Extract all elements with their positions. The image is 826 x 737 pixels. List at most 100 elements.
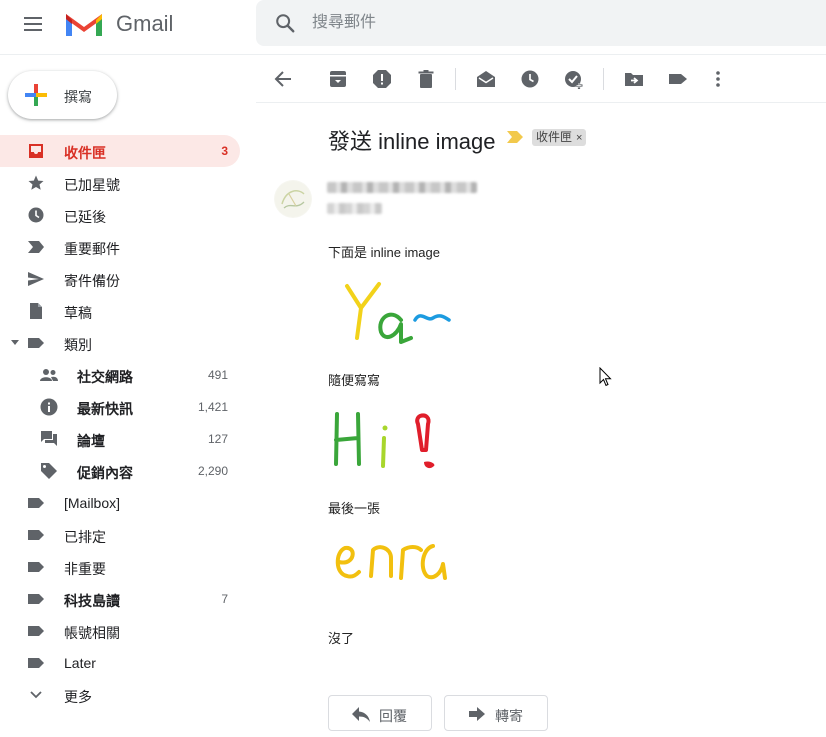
- avatar-doodle-icon: [275, 181, 311, 217]
- archive-icon[interactable]: [327, 68, 349, 90]
- label-icon: [28, 594, 44, 604]
- sidebar-item-more[interactable]: 更多: [0, 679, 240, 711]
- sidebar-item-label: 社交網路: [77, 369, 133, 385]
- sidebar-item-important[interactable]: 重要郵件: [0, 231, 240, 263]
- sidebar-item-promotions[interactable]: 促銷內容 2,290: [0, 455, 240, 487]
- search-icon[interactable]: [274, 12, 296, 34]
- info-icon: [40, 398, 58, 416]
- clock-icon: [28, 207, 44, 223]
- unread-count: 127: [207, 432, 228, 446]
- menu-bar-line: [24, 29, 42, 31]
- sidebar-item-mailbox[interactable]: [Mailbox]: [0, 487, 240, 519]
- sidebar-item-drafts[interactable]: 草稿: [0, 295, 240, 327]
- sender-name-redacted: [327, 182, 477, 193]
- label-icon: [28, 498, 44, 508]
- draft-icon: [30, 303, 42, 319]
- forum-icon: [41, 431, 57, 446]
- sidebar-item-label: 非重要: [64, 561, 106, 577]
- sidebar-item-label: 寄件備份: [64, 273, 120, 289]
- people-icon: [40, 369, 58, 381]
- label-as-icon[interactable]: [667, 68, 689, 90]
- compose-button[interactable]: 撰寫: [8, 71, 117, 119]
- body-line: 沒了: [328, 631, 355, 646]
- menu-bar-line: [24, 17, 42, 19]
- plus-icon: [25, 84, 47, 106]
- sidebar-item-starred[interactable]: 已加星號: [0, 167, 240, 199]
- sidebar-item-label: 帳號相關: [64, 625, 120, 641]
- more-vert-icon[interactable]: [707, 68, 729, 90]
- report-spam-icon[interactable]: [371, 68, 393, 90]
- forward-button[interactable]: 轉寄: [444, 695, 548, 731]
- unread-count: 491: [207, 368, 228, 382]
- unread-count: 1,421: [197, 400, 228, 414]
- toolbar-divider: [603, 68, 604, 90]
- inline-image-ya[interactable]: [335, 280, 460, 345]
- top-bar: Gmail: [0, 0, 826, 48]
- forward-arrow-icon: [469, 707, 485, 721]
- sidebar-item-categories[interactable]: 類別: [0, 327, 240, 359]
- gmail-logo-icon[interactable]: [64, 10, 104, 38]
- unread-count: 3: [221, 144, 228, 158]
- inbox-label-chip: 收件匣 ×: [532, 129, 587, 146]
- message-subject: 發送 inline image: [328, 129, 496, 154]
- label-icon: [28, 626, 44, 636]
- toolbar-divider: [455, 68, 456, 90]
- sidebar-item-updates[interactable]: 最新快訊 1,421: [0, 391, 240, 423]
- sidebar: 收件匣 3 已加星號 已延後 重要郵件 寄件備份 草稿 類別 社交網路 491 …: [0, 135, 250, 711]
- sidebar-item-label: 論壇: [77, 433, 105, 449]
- mark-unread-icon[interactable]: [475, 68, 497, 90]
- sidebar-item-label: 類別: [64, 337, 92, 353]
- back-arrow-icon[interactable]: [272, 68, 294, 90]
- toolbar-divider-line: [256, 102, 826, 103]
- importance-marker-icon[interactable]: [507, 131, 523, 143]
- sender-avatar[interactable]: [274, 180, 312, 218]
- sidebar-item-scheduled[interactable]: 已排定: [0, 519, 240, 551]
- sidebar-item-label: 草稿: [64, 305, 92, 321]
- label-chip-text: 收件匣: [536, 130, 573, 144]
- search-bar[interactable]: [256, 0, 826, 46]
- header-divider: [0, 54, 826, 55]
- sidebar-item-tech[interactable]: 科技島讀 7: [0, 583, 240, 615]
- reply-icon: [352, 707, 370, 722]
- label-icon: [28, 658, 44, 668]
- sidebar-item-not-important[interactable]: 非重要: [0, 551, 240, 583]
- sidebar-item-label: 收件匣: [64, 145, 106, 161]
- message-toolbar: [256, 56, 826, 102]
- sidebar-item-label: 已加星號: [64, 177, 120, 193]
- send-icon: [28, 272, 44, 286]
- sidebar-item-inbox[interactable]: 收件匣 3: [0, 135, 240, 167]
- trash-icon[interactable]: [415, 68, 437, 90]
- snooze-clock-icon[interactable]: [519, 68, 541, 90]
- unread-count: 2,290: [197, 464, 228, 478]
- sidebar-item-label: 已排定: [64, 529, 106, 545]
- compose-label: 撰寫: [64, 89, 92, 105]
- sidebar-item-label: [Mailbox]: [64, 495, 121, 511]
- sidebar-item-account[interactable]: 帳號相關: [0, 615, 240, 647]
- search-input[interactable]: [312, 8, 712, 38]
- body-line: 下面是 inline image: [328, 245, 440, 260]
- mouse-cursor-icon: [599, 367, 612, 387]
- remove-label-button[interactable]: ×: [576, 132, 582, 144]
- main-menu-button[interactable]: [24, 14, 46, 32]
- add-task-icon[interactable]: [563, 68, 585, 90]
- sidebar-item-social[interactable]: 社交網路 491: [0, 359, 240, 391]
- sidebar-item-sent[interactable]: 寄件備份: [0, 263, 240, 295]
- expand-caret-icon[interactable]: [11, 340, 19, 345]
- sidebar-item-label: 最新快訊: [77, 401, 133, 417]
- sidebar-item-snoozed[interactable]: 已延後: [0, 199, 240, 231]
- important-icon: [28, 241, 44, 253]
- sidebar-item-label: 已延後: [64, 209, 106, 225]
- move-to-icon[interactable]: [623, 68, 645, 90]
- inline-image-hi[interactable]: [330, 410, 450, 475]
- sidebar-item-later[interactable]: Later: [0, 647, 240, 679]
- reply-button[interactable]: 回覆: [328, 695, 432, 731]
- sidebar-item-forums[interactable]: 論壇 127: [0, 423, 240, 455]
- sidebar-item-label: 重要郵件: [64, 241, 120, 257]
- recipient-redacted: [327, 203, 382, 214]
- sidebar-item-label: 科技島讀: [64, 593, 120, 609]
- inline-image-end[interactable]: [335, 540, 455, 590]
- sidebar-item-label: Later: [64, 655, 96, 671]
- star-icon: [28, 175, 44, 190]
- label-icon: [28, 338, 44, 348]
- tag-icon: [41, 463, 57, 479]
